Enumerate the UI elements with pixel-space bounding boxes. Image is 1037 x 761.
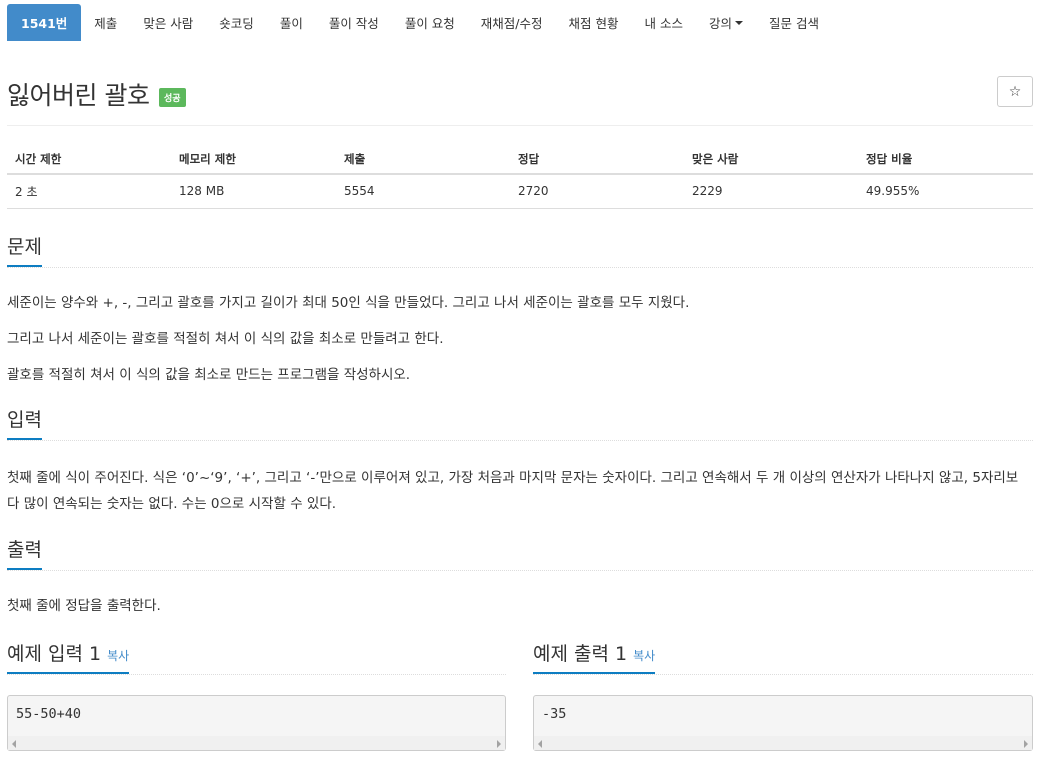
header-solved-users: 맞은 사람 [684,145,858,175]
problem-page: 1541번 제출 맞은 사람 숏코딩 풀이 풀이 작성 풀이 요청 재채점/수정… [0,0,1037,761]
input-description-line: 첫째 줄에 식이 주어진다. 식은 ‘0’~‘9’, ‘+’, 그리고 ‘-’만… [7,470,1019,486]
problem-section-title: 문제 [7,232,42,267]
horizontal-scrollbar[interactable] [534,736,1032,750]
value-submissions: 5554 [336,174,510,209]
table-header-row: 시간 제한 메모리 제한 제출 정답 맞은 사람 정답 비율 [7,145,1033,175]
scroll-right-arrow-icon[interactable] [1024,740,1028,748]
star-icon: ☆ [1008,83,1022,100]
status-badge: 성공 [159,88,186,107]
header-time-limit: 시간 제한 [7,145,171,175]
copy-sample-input-button[interactable]: 복사 [107,649,129,663]
value-accepted: 2720 [510,174,684,209]
value-memory-limit: 128 MB [171,174,336,209]
sample-input-code: 55-50+40 [16,706,82,722]
nav-short-coding[interactable]: 숏코딩 [206,4,267,41]
nav-question-search[interactable]: 질문 검색 [756,4,832,41]
problem-description-line: 괄호를 적절히 쳐서 이 식의 값을 최소로 만드는 프로그램을 작성하시오. [7,367,411,383]
value-accept-ratio: 49.955% [858,174,1033,209]
favorite-button[interactable]: ☆ [997,76,1033,107]
table-row: 2 초 128 MB 5554 2720 2229 49.955% [7,174,1033,209]
nav-write-solution[interactable]: 풀이 작성 [316,4,392,41]
header-accepted: 정답 [510,145,684,175]
scroll-left-arrow-icon[interactable] [12,740,16,748]
nav-lecture-label: 강의 [708,16,732,31]
value-solved-users: 2229 [684,174,858,209]
copy-sample-output-button[interactable]: 복사 [633,649,655,663]
sample-output-header: 예제 출력 1 복사 [533,639,1033,675]
sample-output-title: 예제 출력 1 복사 [533,639,656,674]
output-section-title: 출력 [7,535,42,570]
nav-request-solution[interactable]: 풀이 요청 [392,4,468,41]
sample-output-code: -35 [542,706,567,722]
header-accept-ratio: 정답 비율 [858,145,1033,175]
problem-description-line: 그리고 나서 세준이는 괄호를 적절히 쳐서 이 식의 값을 최소로 만들려고 … [7,331,444,347]
horizontal-scrollbar[interactable] [8,736,505,750]
sample-input-box[interactable]: 55-50+40 [7,695,506,751]
page-title: 잃어버린 괄호 [7,81,150,110]
header-submissions: 제출 [336,145,510,175]
scroll-right-arrow-icon[interactable] [497,740,501,748]
nav-solved-users[interactable]: 맞은 사람 [130,4,206,41]
input-description-line: 다 많이 연속되는 숫자는 없다. 수는 0으로 시작할 수 있다. [7,496,337,512]
sample-output-title-text: 예제 출력 1 [533,643,628,665]
input-section-header: 입력 [7,405,1033,441]
nav-submit[interactable]: 제출 [81,4,130,41]
nav-rejudge[interactable]: 재채점/수정 [468,4,556,41]
problem-nav: 1541번 제출 맞은 사람 숏코딩 풀이 풀이 작성 풀이 요청 재채점/수정… [7,4,832,41]
problem-info-table: 시간 제한 메모리 제한 제출 정답 맞은 사람 정답 비율 2 초 128 M… [7,145,1033,209]
nav-lecture-dropdown[interactable]: 강의 [696,4,756,41]
problem-description-line: 세준이는 양수와 +, -, 그리고 괄호를 가지고 길이가 최대 50인 식을… [7,295,690,311]
sample-input-title-text: 예제 입력 1 [7,643,102,665]
chevron-down-icon [735,20,743,25]
input-section-title: 입력 [7,405,42,440]
sample-input-title: 예제 입력 1 복사 [7,639,130,674]
title-row: 잃어버린 괄호 성공 ☆ [7,72,1033,126]
output-description-line: 첫째 줄에 정답을 출력한다. [7,598,161,614]
header-memory-limit: 메모리 제한 [171,145,336,175]
sample-output-box[interactable]: -35 [533,695,1033,751]
value-time-limit: 2 초 [7,174,171,209]
problem-section-header: 문제 [7,232,1033,268]
nav-solutions[interactable]: 풀이 [267,4,316,41]
nav-problem-number[interactable]: 1541번 [7,4,82,41]
output-section-header: 출력 [7,535,1033,571]
scroll-left-arrow-icon[interactable] [538,740,542,748]
nav-my-source[interactable]: 내 소스 [632,4,696,41]
sample-input-header: 예제 입력 1 복사 [7,639,506,675]
nav-status[interactable]: 채점 현황 [556,4,632,41]
